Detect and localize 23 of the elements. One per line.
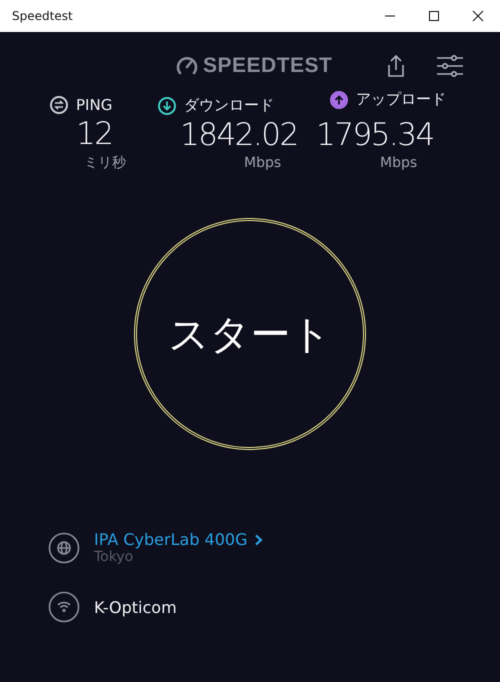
metric-value: 1842.02 [180,116,298,155]
close-icon [472,10,484,22]
provider-name: K-Opticom [94,598,177,616]
logo-text: SPEEDTEST [203,54,332,78]
metric-unit: Mbps [244,155,282,171]
share-icon[interactable] [386,54,406,78]
server-link[interactable]: IPA CyberLab 400G [94,530,264,549]
metric-unit: ミリ秒 [84,154,127,172]
window-title: Speedtest [12,9,73,23]
metric-label: PING [76,96,112,114]
metric-value: 1795.34 [316,116,434,155]
gauge-icon [176,56,198,76]
metric-value: 12 [76,115,112,154]
start-button[interactable]: スタート [134,218,366,450]
metric-unit: Mbps [380,155,418,171]
metric-label: アップロード [356,90,446,109]
chevron-right-icon [254,534,264,546]
metric-label: ダウンロード [184,96,274,115]
maximize-icon [428,10,440,22]
wifi-icon [48,591,80,623]
settings-icon[interactable] [436,55,464,77]
globe-icon [48,532,80,564]
server-location: Tokyo [94,549,134,565]
